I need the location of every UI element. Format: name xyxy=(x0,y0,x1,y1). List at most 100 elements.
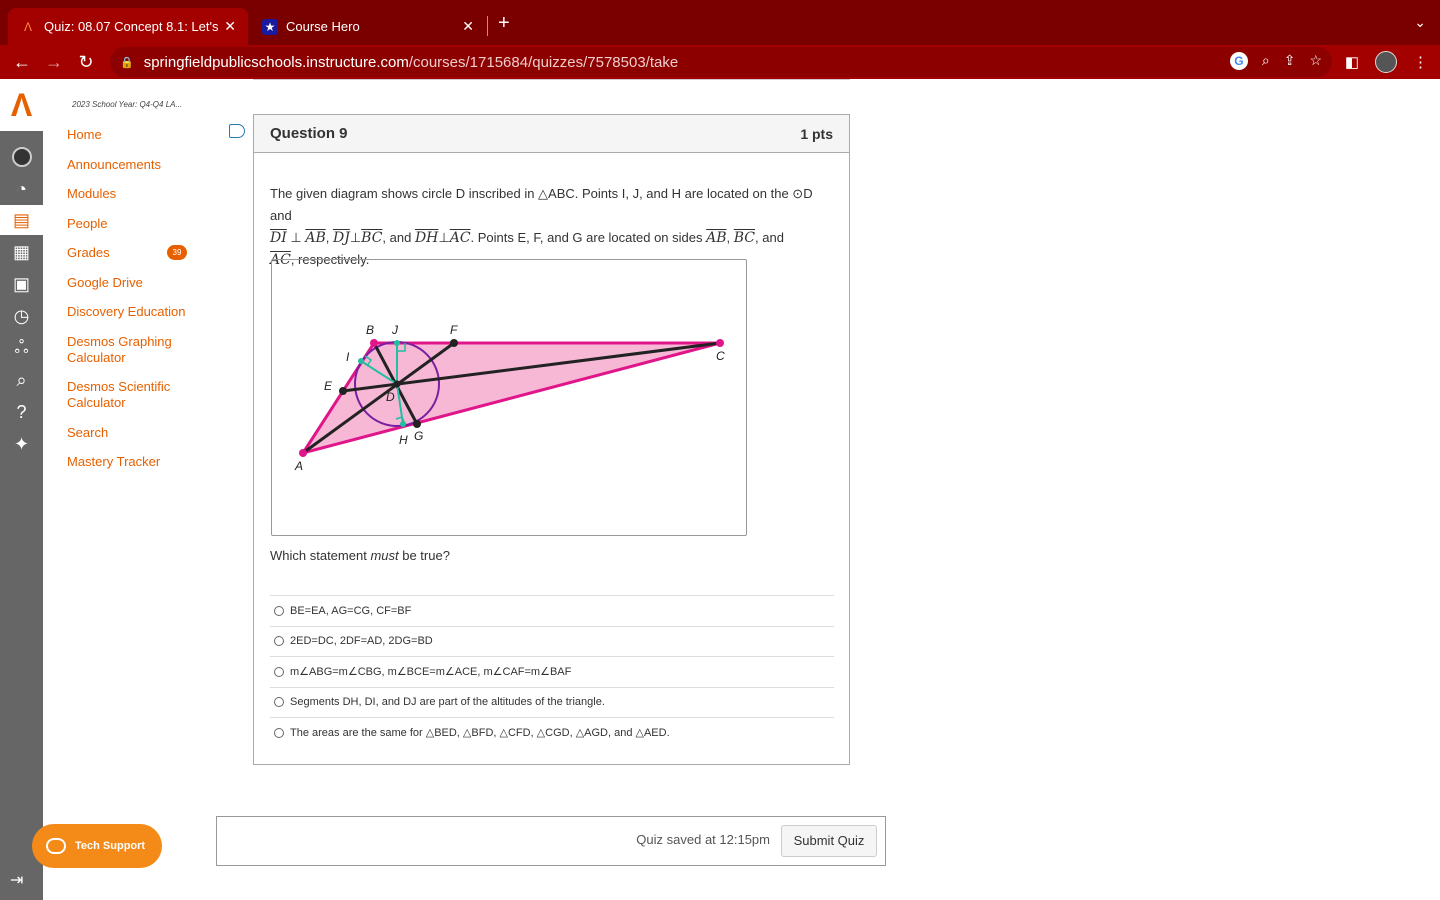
nav-home[interactable]: Home xyxy=(67,127,197,143)
nav-search[interactable]: Search xyxy=(67,425,197,441)
point-b xyxy=(370,339,378,347)
inbox-icon[interactable]: ▣ xyxy=(0,269,43,299)
question-text: The given diagram shows circle D inscrib… xyxy=(270,186,813,268)
chevron-down-icon[interactable]: ⌄ xyxy=(1414,14,1426,31)
back-icon[interactable]: ← xyxy=(6,52,38,73)
answer-option[interactable]: BE=EA, AG=CG, CF=BF xyxy=(270,595,834,626)
quiz-footer: Quiz saved at 12:15pm Submit Quiz xyxy=(216,816,886,866)
collapse-nav-icon[interactable]: ⇥ xyxy=(10,870,23,890)
radio-button[interactable] xyxy=(274,666,284,677)
question-prompt: Which statement must be true? xyxy=(270,548,450,563)
browser-toolbar: ← → ↻ 🔒 springfieldpublicschools.instruc… xyxy=(0,45,1440,79)
reload-icon[interactable]: ↻ xyxy=(70,52,102,73)
nav-google-drive[interactable]: Google Drive xyxy=(67,275,197,291)
tech-support-label: Tech Support xyxy=(75,840,146,852)
new-tab-icon[interactable]: + xyxy=(498,12,510,35)
nav-announcements[interactable]: Announcements xyxy=(67,157,197,173)
answer-option[interactable]: 2ED=DC, 2DF=AD, 2DG=BD xyxy=(270,625,834,657)
close-tab-icon[interactable]: ✕ xyxy=(462,18,474,35)
radio-button[interactable] xyxy=(274,636,284,647)
nav-discovery-education[interactable]: Discovery Education xyxy=(67,304,197,320)
answer-option[interactable]: The areas are the same for △BED, △BFD, △… xyxy=(270,717,834,748)
avatar xyxy=(11,147,32,167)
global-nav: Λ ◔ ▤ ▦ ▣ ◷ ஃ ⌕ ? ✦ xyxy=(0,79,43,900)
help-icon[interactable]: ? xyxy=(0,397,43,427)
question-header: Question 9 1 pts xyxy=(254,115,849,153)
nav-people[interactable]: People xyxy=(67,216,197,232)
label-g: G xyxy=(414,429,423,443)
answer-text: Segments DH, DI, and DJ are part of the … xyxy=(290,696,605,709)
tab-title: Course Hero xyxy=(286,19,360,34)
tech-support-button[interactable]: Tech Support xyxy=(32,824,162,868)
tab-course-hero[interactable]: ★ Course Hero ✕ xyxy=(250,8,486,45)
google-icon[interactable]: G xyxy=(1229,52,1248,70)
flag-question-icon[interactable] xyxy=(229,124,245,138)
grades-badge: 39 xyxy=(167,245,187,260)
point-j xyxy=(394,340,400,346)
diagram-svg: A B C D E F G H I J xyxy=(294,323,725,473)
tab-title: Quiz: 08.07 Concept 8.1: Let's xyxy=(44,19,219,34)
radio-button[interactable] xyxy=(274,605,284,616)
answer-text: BE=EA, AG=CG, CF=BF xyxy=(290,604,412,617)
forward-icon[interactable]: → xyxy=(38,52,70,73)
label-e: E xyxy=(324,379,333,393)
profile-avatar[interactable] xyxy=(1375,51,1397,73)
label-d: D xyxy=(386,390,395,404)
commons-icon[interactable]: ஃ xyxy=(0,333,43,363)
search-icon[interactable]: ⌕ xyxy=(0,365,43,395)
address-bar[interactable]: 🔒 springfieldpublicschools.instructure.c… xyxy=(110,47,1332,77)
nav-grades[interactable]: Grades 39 xyxy=(67,245,197,261)
chat-icon xyxy=(46,838,66,854)
point-g xyxy=(413,420,421,428)
question-points: 1 pts xyxy=(800,125,833,142)
answer-text: The areas are the same for △BED, △BFD, △… xyxy=(290,727,670,740)
triangle-abc xyxy=(299,341,721,456)
close-tab-icon[interactable]: ✕ xyxy=(224,18,236,35)
dashboard-icon[interactable]: ◔ xyxy=(0,174,43,204)
point-f xyxy=(450,339,458,347)
nav-grades-label: Grades xyxy=(67,245,110,260)
nav-mastery-tracker[interactable]: Mastery Tracker xyxy=(67,454,197,470)
question-box: Question 9 1 pts The given diagram shows… xyxy=(253,114,850,765)
nav-desmos-scientific[interactable]: Desmos Scientific Calculator xyxy=(67,379,197,411)
canvas-logo[interactable]: Λ xyxy=(0,79,43,131)
saved-status: Quiz saved at 12:15pm xyxy=(636,832,770,847)
answer-text: 2ED=DC, 2DF=AD, 2DG=BD xyxy=(290,635,433,648)
radio-button[interactable] xyxy=(274,697,284,708)
lock-icon: 🔒 xyxy=(120,56,134,69)
url-path: /courses/1715684/quizzes/7578503/take xyxy=(408,53,679,71)
pin-icon[interactable]: ✦ xyxy=(0,429,43,459)
menu-icon[interactable]: ⋮ xyxy=(1413,53,1428,71)
label-a: A xyxy=(294,459,303,473)
point-a xyxy=(299,449,307,457)
star-icon: ★ xyxy=(262,18,278,35)
answer-option[interactable]: Segments DH, DI, and DJ are part of the … xyxy=(270,686,834,718)
tab-quiz[interactable]: Λ Quiz: 08.07 Concept 8.1: Let's ✕ xyxy=(8,8,248,45)
submit-quiz-button[interactable]: Submit Quiz xyxy=(781,825,877,857)
bookmark-star-icon[interactable]: ☆ xyxy=(1309,52,1322,70)
calendar-icon[interactable]: ▦ xyxy=(0,237,43,267)
course-nav: Home Announcements Modules People Grades… xyxy=(67,127,197,484)
radio-button[interactable] xyxy=(274,727,284,738)
triangle-diagram: A B C D E F G H I J xyxy=(271,259,747,536)
answer-option[interactable]: m∠ABG=m∠CBG, m∠BCE=m∠ACE, m∠CAF=m∠BAF xyxy=(270,656,834,687)
label-f: F xyxy=(450,323,458,337)
label-i: I xyxy=(346,350,350,364)
courses-icon[interactable]: ▤ xyxy=(0,205,43,235)
label-b: B xyxy=(366,323,374,337)
point-h xyxy=(400,421,406,427)
side-panel-icon[interactable]: ◧ xyxy=(1345,53,1359,71)
history-clock-icon[interactable]: ◷ xyxy=(0,301,43,331)
point-d xyxy=(393,380,401,388)
account-nav[interactable] xyxy=(0,142,43,172)
share-icon[interactable]: ⇪ xyxy=(1284,52,1296,70)
course-label: 2023 School Year: Q4-Q4 LA... xyxy=(72,100,183,109)
question-title: Question 9 xyxy=(270,125,348,142)
nav-desmos-graphing[interactable]: Desmos Graphing Calculator xyxy=(67,334,197,366)
nav-modules[interactable]: Modules xyxy=(67,186,197,202)
url-domain: springfieldpublicschools.instructure.com xyxy=(143,53,409,71)
label-h: H xyxy=(399,433,408,447)
zoom-icon[interactable]: ⌕ xyxy=(1262,52,1270,70)
label-c: C xyxy=(716,349,725,363)
question-text-line1: The given diagram shows circle D inscrib… xyxy=(270,186,813,223)
